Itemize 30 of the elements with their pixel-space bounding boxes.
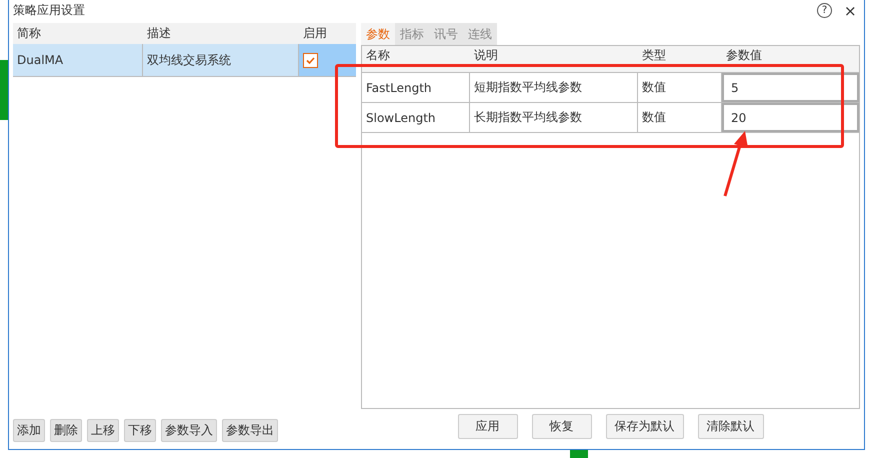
column-header: 名称 [365, 47, 391, 64]
value-field[interactable]: 20 [722, 103, 859, 132]
toolbar-button[interactable]: 下移 [124, 418, 156, 442]
action-button[interactable]: 恢复 [532, 414, 592, 438]
column-header: 参数值 [725, 47, 763, 64]
toolbar-button[interactable]: 参数导出 [222, 418, 278, 442]
window-title: 策略应用设置 [13, 2, 86, 19]
strategy-row[interactable]: DualMA 双均线交易系统 [13, 44, 356, 77]
check-icon [305, 54, 316, 66]
action-button[interactable]: 清除默认 [698, 414, 764, 438]
column-header: 简称 [16, 25, 42, 42]
column-header: 说明 [473, 47, 499, 64]
table-cell: 长期指数平均线参数 [470, 103, 638, 132]
value-field[interactable]: 5 [722, 73, 859, 102]
action-button[interactable]: 应用 [458, 414, 518, 438]
toolbar-button[interactable]: 上移 [87, 418, 119, 442]
action-button[interactable]: 保存为默认 [606, 414, 684, 438]
table-cell: FastLength [362, 73, 470, 102]
table-cell: 短期指数平均线参数 [470, 73, 638, 102]
enabled-checkbox[interactable] [303, 52, 318, 68]
close-button[interactable]: × [844, 2, 856, 20]
column-header: 描述 [146, 25, 172, 42]
toolbar-button[interactable]: 添加 [13, 418, 45, 442]
column-header: 类型 [641, 47, 667, 64]
toolbar-button[interactable]: 参数导入 [161, 418, 217, 442]
help-button[interactable]: ? [817, 3, 832, 18]
toolbar-button[interactable]: 删除 [50, 418, 82, 442]
table-cell: DualMA [13, 44, 143, 76]
table-cell: SlowLength [362, 103, 470, 132]
column-header: 启用 [302, 25, 328, 42]
